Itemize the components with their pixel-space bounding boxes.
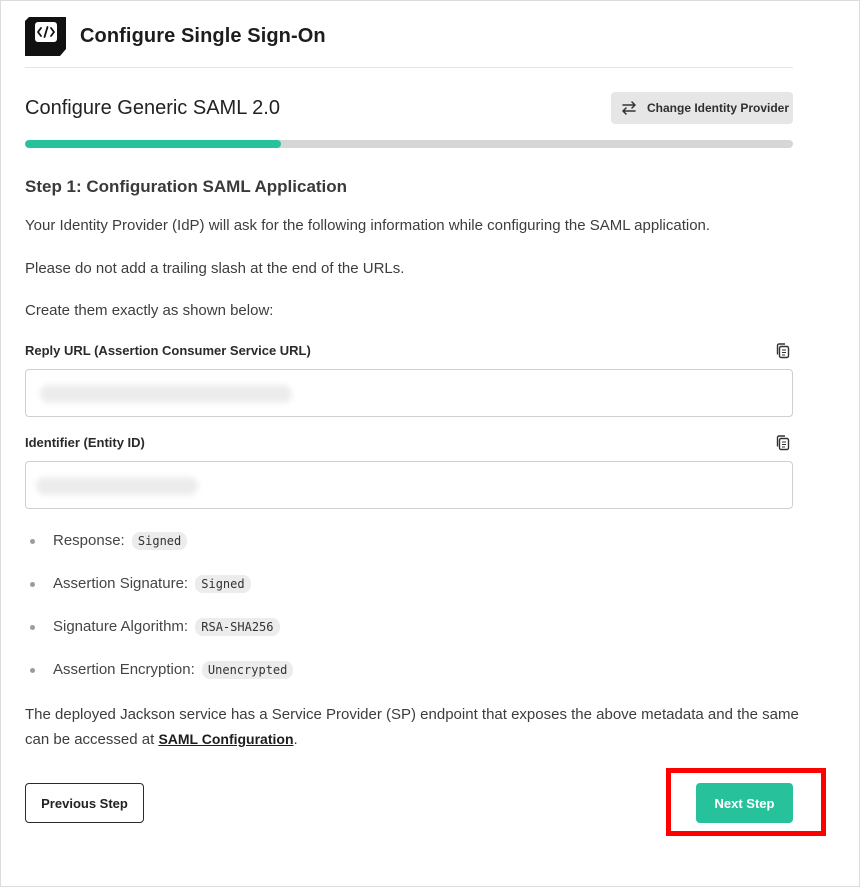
trailing-slash-note: Please do not add a trailing slash at th… <box>25 260 405 277</box>
reply-url-label: Reply URL (Assertion Consumer Service UR… <box>25 343 311 358</box>
app-header: Configure Single Sign-On <box>25 17 793 68</box>
change-identity-provider-label: Change Identity Provider <box>647 101 790 115</box>
redacted-value <box>36 477 198 495</box>
saml-settings-list: Response: Signed Assertion Signature: Si… <box>25 528 294 700</box>
saml-configuration-link[interactable]: SAML Configuration <box>158 731 293 747</box>
list-item: Signature Algorithm: RSA-SHA256 <box>25 614 293 657</box>
page-title: Configure Generic SAML 2.0 <box>25 97 280 119</box>
setting-value: RSA-SHA256 <box>195 618 280 636</box>
entity-id-field[interactable] <box>25 461 793 509</box>
metadata-note-text: The deployed Jackson service has a Servi… <box>25 706 799 748</box>
setting-label: Response: <box>53 532 125 549</box>
code-brackets-icon <box>25 17 66 56</box>
intro-text: Your Identity Provider (IdP) will ask fo… <box>25 217 711 234</box>
setting-label: Assertion Encryption: <box>53 661 195 678</box>
app-title: Configure Single Sign-On <box>80 25 326 47</box>
setting-value: Signed <box>131 532 188 550</box>
list-item: Assertion Signature: Signed <box>25 571 293 614</box>
metadata-note-suffix: . <box>293 731 298 748</box>
progress-bar <box>25 140 793 148</box>
setting-label: Assertion Signature: <box>53 575 189 592</box>
setting-value: Unencrypted <box>201 661 294 679</box>
setting-value: Signed <box>195 575 251 593</box>
copy-icon[interactable] <box>774 342 792 360</box>
reply-url-field[interactable] <box>25 369 793 417</box>
redacted-value <box>40 385 292 403</box>
list-item: Response: Signed <box>25 528 293 571</box>
progress-fill <box>25 140 281 148</box>
step-title: Step 1: Configuration SAML Application <box>25 177 348 196</box>
next-step-button[interactable]: Next Step <box>696 783 793 823</box>
entity-id-label: Identifier (Entity ID) <box>25 435 145 450</box>
list-item: Assertion Encryption: Unencrypted <box>25 657 294 700</box>
instruction-text: Create them exactly as shown below: <box>25 302 274 319</box>
copy-icon[interactable] <box>774 434 792 452</box>
change-identity-provider-button[interactable]: Change Identity Provider <box>611 92 793 124</box>
previous-step-button[interactable]: Previous Step <box>25 783 144 823</box>
swap-arrows-icon <box>622 101 636 115</box>
setting-label: Signature Algorithm: <box>53 618 189 635</box>
metadata-note: The deployed Jackson service has a Servi… <box>25 703 805 752</box>
